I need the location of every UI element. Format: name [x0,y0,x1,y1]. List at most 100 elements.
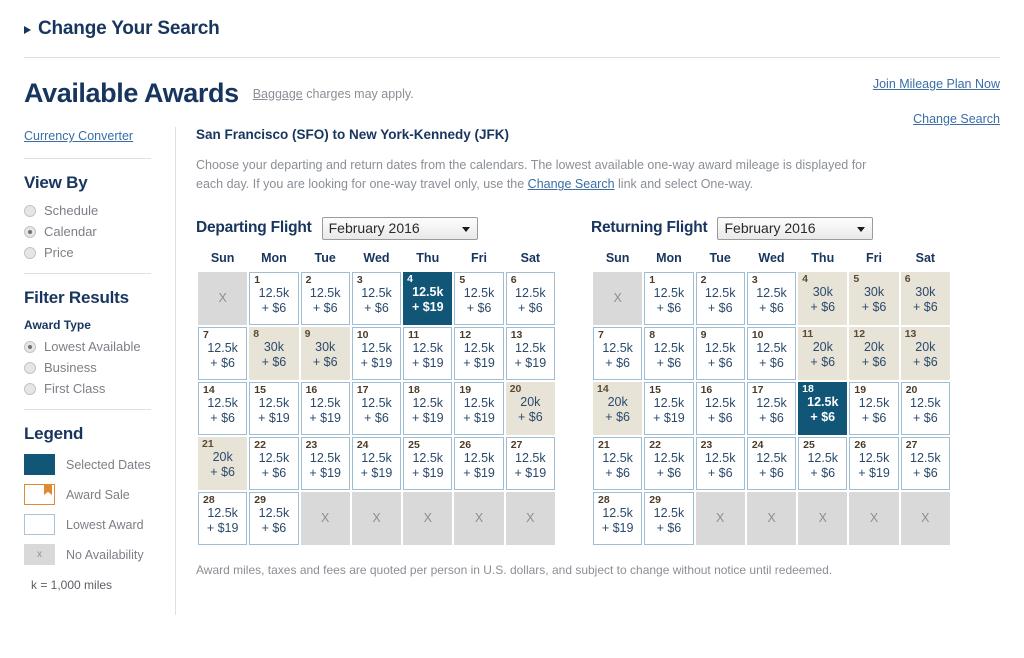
calendar-cell-fee: + $6 [364,300,389,315]
award-type-option-lowest-available[interactable]: Lowest Available [24,339,175,354]
calendar-cell-fee: + $6 [656,355,682,370]
calendar-cell-day-1[interactable]: 1 12.5k + $6 [249,271,299,325]
calendar-cell-daynumber: 11 [408,328,420,341]
calendar-cell-daynumber: 25 [803,438,815,451]
calendar-cell-day-14[interactable]: 14 20k + $6 [593,381,643,435]
body: Currency Converter View By Schedule Cale… [0,127,1024,615]
calendar-cell-day-27[interactable]: 27 12.5k + $6 [900,436,950,490]
calendar-cell-day-19[interactable]: 19 12.5k + $19 [454,381,504,435]
join-mileage-plan-link[interactable]: Join Mileage Plan Now [873,77,1000,92]
view-by-option-price[interactable]: Price [24,245,175,260]
calendar-cell-miles: 12.5k [653,450,685,465]
month-select-departing[interactable]: February 2016 [321,216,478,240]
calendar-cell-day-9[interactable]: 9 30k + $6 [300,326,350,380]
main-content: San Francisco (SFO) to New York-Kennedy … [176,127,1024,615]
calendar-cell-day-19[interactable]: 19 12.5k + $6 [849,381,899,435]
currency-converter-link[interactable]: Currency Converter [24,129,133,143]
weekday-header-mon: Mon [261,250,287,265]
calendar-cell-day-23[interactable]: 23 12.5k + $6 [695,436,745,490]
calendar-cell-day-29[interactable]: 29 12.5k + $6 [644,491,694,545]
calendar-cell-day-22[interactable]: 22 12.5k + $6 [249,436,299,490]
calendar-cell-day-10[interactable]: 10 12.5k + $19 [351,326,402,380]
calendar-cell-miles: 12.5k [412,395,444,410]
calendar-cell-day-10[interactable]: 10 12.5k + $6 [746,326,797,380]
calendar-cell-day-21[interactable]: 21 12.5k + $6 [593,436,643,490]
calendar-cell-day-2[interactable]: 2 12.5k + $6 [695,271,745,325]
intro-change-search-link[interactable]: Change Search [528,177,615,191]
award-type-label-first-class: First Class [44,381,106,396]
calendar-cell-day-15[interactable]: 15 12.5k + $19 [249,381,299,435]
calendar-cell-daynumber: 1 [254,273,261,286]
calendar-cell-day-26[interactable]: 26 12.5k + $19 [454,436,504,490]
calendar-cell-day-14[interactable]: 14 12.5k + $6 [198,381,248,435]
calendar-cell-day-15[interactable]: 15 12.5k + $19 [644,381,694,435]
calendar-cell-day-11[interactable]: 11 12.5k + $19 [403,326,453,380]
calendar-cell-day-22[interactable]: 22 12.5k + $6 [644,436,694,490]
calendar-cell-day-7[interactable]: 7 12.5k + $6 [593,326,643,380]
calendar-cell-day-24[interactable]: 24 12.5k + $19 [351,436,402,490]
baggage-link[interactable]: Baggage [253,87,303,101]
change-your-search-toggle[interactable]: Change Your Search [24,18,220,40]
calendar-header-departing: Departing Flight February 2016 [196,216,557,240]
calendar-cell-day-2[interactable]: 2 12.5k + $6 [300,271,350,325]
calendar-cell-fee: + $6 [210,355,235,370]
calendar-cell-day-6[interactable]: 6 30k + $6 [900,271,950,325]
calendar-cell-day-24[interactable]: 24 12.5k + $6 [746,436,797,490]
calendar-cell-day-5[interactable]: 5 12.5k + $6 [454,271,504,325]
calendar-cell-fee: + $19 [463,465,495,480]
calendar-cell-day-20[interactable]: 20 20k + $6 [505,381,555,435]
calendar-cell-day-9[interactable]: 9 12.5k + $6 [695,326,745,380]
chevron-down-icon [857,226,866,232]
calendar-cell-day-4[interactable]: 4 30k + $6 [798,271,848,325]
calendar-cell-day-3[interactable]: 3 12.5k + $6 [351,271,402,325]
calendar-cell-day-16[interactable]: 16 12.5k + $6 [695,381,745,435]
calendar-cell-day-6[interactable]: 6 12.5k + $6 [505,271,555,325]
calendar-cell-miles: 12.5k [258,505,290,520]
view-by-option-calendar[interactable]: Calendar [24,224,175,239]
calendar-cell-day-18[interactable]: 18 12.5k + $19 [403,381,453,435]
calendar-cell-day-18[interactable]: 18 12.5k + $6 [798,381,848,435]
calendar-cell-day-1[interactable]: 1 12.5k + $6 [644,271,694,325]
calendar-cell-day-13[interactable]: 13 12.5k + $19 [505,326,555,380]
calendar-cell-daynumber: 15 [649,383,661,396]
calendar-cell-day-28[interactable]: 28 12.5k + $19 [593,491,643,545]
calendar-cell-day-21[interactable]: 21 20k + $6 [198,436,248,490]
calendar-cell-day-5[interactable]: 5 30k + $6 [849,271,899,325]
change-search-link[interactable]: Change Search [873,112,1000,127]
calendar-cell-day-29[interactable]: 29 12.5k + $6 [249,491,299,545]
calendar-cell-miles: 12.5k [704,450,736,465]
calendar-cell-day-17[interactable]: 17 12.5k + $6 [351,381,402,435]
award-type-option-first-class[interactable]: First Class [24,381,175,396]
calendar-cell-day-23[interactable]: 23 12.5k + $19 [300,436,350,490]
calendar-cell-miles: 12.5k [602,340,633,355]
calendar-cell-day-16[interactable]: 16 12.5k + $19 [300,381,350,435]
month-select-returning[interactable]: February 2016 [717,216,874,240]
calendar-cell-day-25[interactable]: 25 12.5k + $19 [403,436,453,490]
calendar-cell-day-12[interactable]: 12 12.5k + $19 [454,326,504,380]
weekday-header-wed: Wed [758,250,785,265]
calendar-cell-fee: + $6 [261,520,287,535]
calendar-cell-miles: 12.5k [258,395,290,410]
calendar-cell-day-26[interactable]: 26 12.5k + $19 [849,436,899,490]
calendar-cell-miles: 12.5k [756,340,787,355]
calendar-week-row: 21 20k + $6 22 12.5k + $6 23 12.5k + $19 24 12.5k +… [198,436,555,490]
calendar-cell-day-13[interactable]: 13 20k + $6 [900,326,950,380]
calendar-cell-day-4[interactable]: 4 12.5k + $19 [403,271,453,325]
view-by-option-schedule[interactable]: Schedule [24,203,175,218]
calendar-grid-returning: Sun Mon Tue Wed Thu Fri Sat X 1 12.5k + $6 2 12.5k + … [591,249,952,547]
view-by-label-calendar: Calendar [44,224,97,239]
calendar-cell-day-11[interactable]: 11 20k + $6 [798,326,848,380]
calendar-cell-fee: + $19 [514,465,547,480]
calendar-cell-day-3[interactable]: 3 12.5k + $6 [746,271,797,325]
calendar-cell-day-25[interactable]: 25 12.5k + $6 [798,436,848,490]
calendar-cell-day-27[interactable]: 27 12.5k + $19 [505,436,555,490]
calendar-cell-day-8[interactable]: 8 12.5k + $6 [644,326,694,380]
calendar-cell-day-7[interactable]: 7 12.5k + $6 [198,326,248,380]
award-type-option-business[interactable]: Business [24,360,175,375]
calendar-cell-day-20[interactable]: 20 12.5k + $6 [900,381,950,435]
calendar-cell-day-17[interactable]: 17 12.5k + $6 [746,381,797,435]
weekday-header-tue: Tue [314,250,336,265]
calendar-cell-day-12[interactable]: 12 20k + $6 [849,326,899,380]
calendar-cell-day-28[interactable]: 28 12.5k + $19 [198,491,248,545]
calendar-cell-day-8[interactable]: 8 30k + $6 [249,326,299,380]
